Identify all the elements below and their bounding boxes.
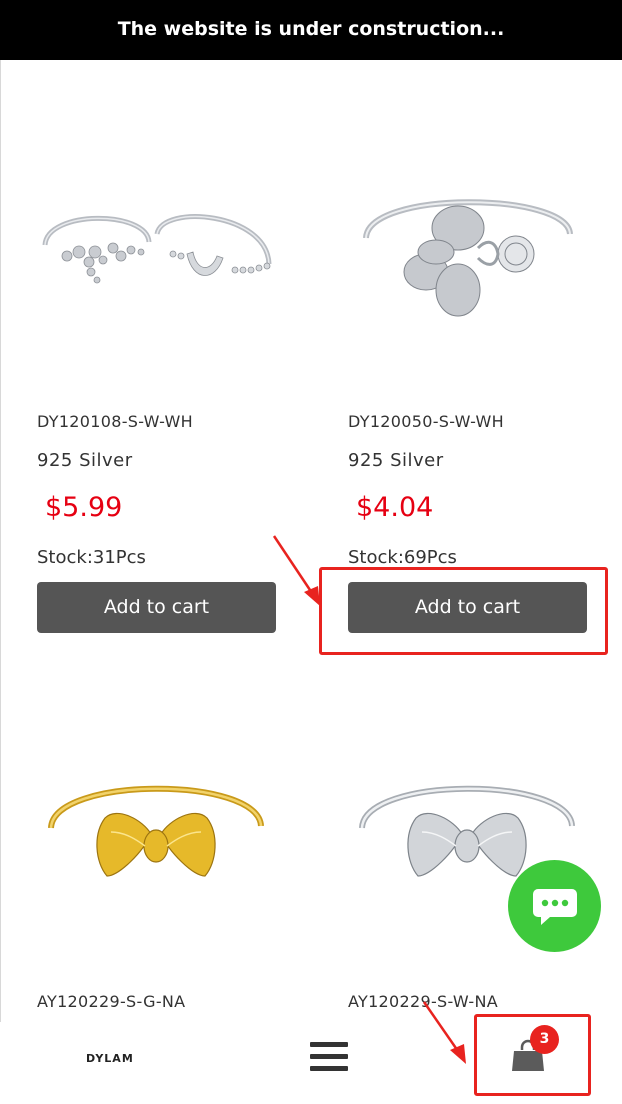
gold-bow-ring-image[interactable] (37, 740, 277, 940)
product-price: $4.04 (356, 492, 434, 523)
construction-banner: The website is under construction... (0, 0, 622, 60)
brand-logo[interactable]: DYLAM (86, 1052, 134, 1065)
chat-bubble-icon (532, 889, 577, 925)
product-sku: AY120229-S-W-NA (348, 992, 498, 1011)
silver-bee-ring-image[interactable] (348, 130, 588, 330)
product-sku: DY120108-S-W-WH (37, 412, 193, 431)
page-frame-line (0, 60, 1, 1104)
annotation-highlight-box (319, 567, 608, 655)
product-stock: Stock:31Pcs (37, 547, 146, 568)
product-sku: AY120229-S-G-NA (37, 992, 186, 1011)
product-price: $5.99 (45, 492, 123, 523)
chat-button[interactable] (508, 860, 601, 952)
product-sku: DY120050-S-W-WH (348, 412, 504, 431)
product-material: 925 Silver (37, 450, 133, 471)
add-to-cart-button[interactable]: Add to cart (37, 582, 276, 633)
product-material: 925 Silver (348, 450, 444, 471)
product-card: DY120050-S-W-WH 925 Silver $4.04 Stock:6… (348, 130, 588, 640)
silver-twin-ring-set-image[interactable] (37, 130, 277, 330)
product-card: AY120229-S-G-NA (37, 740, 277, 1022)
product-card: DY120108-S-W-WH 925 Silver $5.99 Stock:3… (37, 130, 277, 640)
hamburger-menu-icon[interactable] (310, 1042, 348, 1076)
product-stock: Stock:69Pcs (348, 547, 457, 568)
annotation-highlight-box (474, 1014, 591, 1096)
